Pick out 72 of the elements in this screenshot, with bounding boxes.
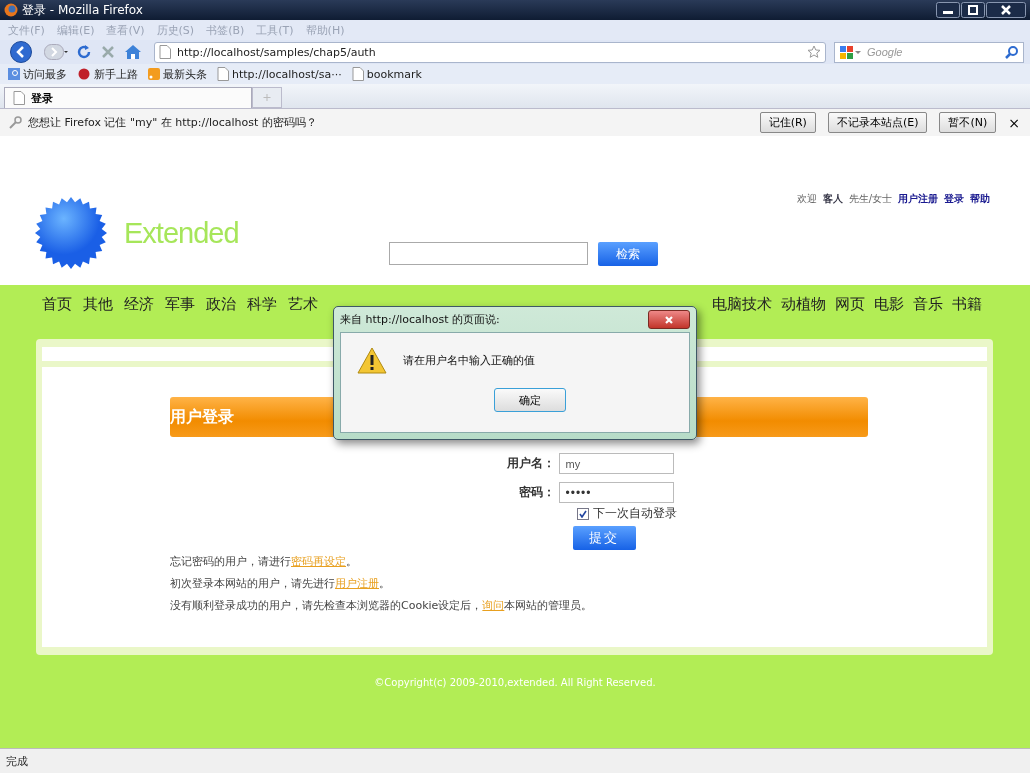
starburst-logo-icon (34, 196, 108, 270)
password-field[interactable]: ••••• (558, 482, 674, 503)
help-text: 初次登录本网站的用户，请先进行用户注册。 (170, 576, 391, 591)
prompt-button[interactable]: 记住(R) (759, 112, 816, 133)
copyright-text: ©Copyright(c) 2009-2010,extended. All Right Reserved. (374, 677, 656, 688)
header-link[interactable]: 用户注册 (898, 192, 938, 206)
nav-link[interactable]: 首页 (42, 295, 72, 333)
bookmark-item[interactable]: bookmark (351, 67, 422, 81)
star-icon[interactable] (807, 45, 821, 59)
nav-link[interactable]: 艺术 (288, 295, 318, 333)
nav-link[interactable]: 网页 (835, 295, 865, 333)
dialog-message: 请在用户名中输入正确的值 (403, 353, 535, 368)
prompt-button[interactable]: 暂不(N) (939, 112, 997, 133)
search-engine-button[interactable] (834, 41, 863, 63)
page-icon (351, 67, 364, 81)
bookmark-item[interactable]: 最新头条 (148, 66, 207, 82)
welcome-text: 先生/女士 (848, 192, 892, 206)
rss-icon (148, 68, 160, 80)
search-button[interactable]: 检索 (597, 242, 658, 266)
field-label: 用户名： (505, 455, 555, 472)
dialog-title: 来自 http://localhost 的页面说: (340, 312, 500, 327)
browser-tab[interactable]: 登录 (4, 87, 252, 108)
help-text: 忘记密码的用户，请进行密码再设定。 (170, 554, 358, 569)
header-link[interactable]: 帮助 (970, 192, 990, 206)
maximize-icon[interactable] (961, 2, 985, 18)
check-icon (578, 509, 587, 518)
user-name: 客人 (822, 192, 843, 206)
ok-button[interactable]: 确定 (494, 388, 566, 412)
page-icon (159, 45, 171, 59)
submit-button[interactable]: 提交 (572, 526, 636, 550)
close-icon[interactable] (986, 2, 1026, 18)
close-button[interactable] (648, 310, 690, 329)
bookmark-item[interactable]: 新手上路 (77, 66, 138, 82)
field-label: 密码： (517, 484, 555, 501)
nav-link[interactable]: 电脑技术 (712, 295, 772, 333)
help-text: 没有顺利登录成功的用户，请先检查本浏览器的Cookie设定后，询问本网站的管理员。 (170, 598, 594, 613)
address-bar[interactable]: http://localhost/samples/chap5/auth (154, 41, 826, 63)
warning-icon (357, 347, 387, 374)
nav-link[interactable]: 电影 (874, 295, 904, 333)
minimize-icon[interactable] (936, 2, 960, 18)
nav-link[interactable]: 科学 (247, 295, 277, 333)
close-icon (664, 314, 674, 325)
checkbox[interactable] (576, 507, 589, 520)
bookmark-item[interactable]: http://localhost/sa··· (217, 67, 342, 81)
search-go-button[interactable] (1001, 41, 1024, 63)
bookmark-item[interactable]: 访问最多 (8, 66, 67, 82)
nav-link[interactable]: 军事 (165, 295, 195, 333)
key-icon (8, 115, 22, 130)
forward-icon[interactable] (44, 44, 68, 60)
close-button[interactable]: × (1006, 112, 1022, 133)
nav-link[interactable]: 其他 (83, 295, 113, 333)
password-prompt: 您想让 Firefox 记住 "my" 在 http://localhost 的密码吗？ (28, 115, 318, 130)
reload-icon[interactable] (76, 44, 92, 60)
search-field[interactable] (388, 242, 588, 265)
nav-link[interactable]: 政治 (206, 295, 236, 333)
page-icon (217, 67, 229, 81)
status-text: 完成 (6, 753, 28, 769)
nav-link[interactable]: 经济 (124, 295, 154, 333)
nav-link[interactable]: 动植物 (781, 295, 826, 333)
page-icon (13, 91, 25, 105)
squares-icon (839, 45, 861, 59)
nav-link[interactable]: 书籍 (952, 295, 982, 333)
prompt-button[interactable]: 不记录本站点(E) (827, 112, 928, 133)
username-field[interactable]: my (558, 453, 674, 474)
search-field[interactable]: Google (863, 41, 1001, 63)
checkbox-label: 下一次自动登录 (592, 505, 677, 522)
header-link[interactable]: 登录 (944, 192, 964, 206)
nav-link[interactable]: 音乐 (913, 295, 943, 333)
window-title: 登录 - Mozilla Firefox (22, 1, 143, 19)
site-logo: Extended (124, 216, 239, 250)
welcome-text: 欢迎 (796, 192, 817, 206)
home-icon[interactable] (124, 44, 142, 60)
